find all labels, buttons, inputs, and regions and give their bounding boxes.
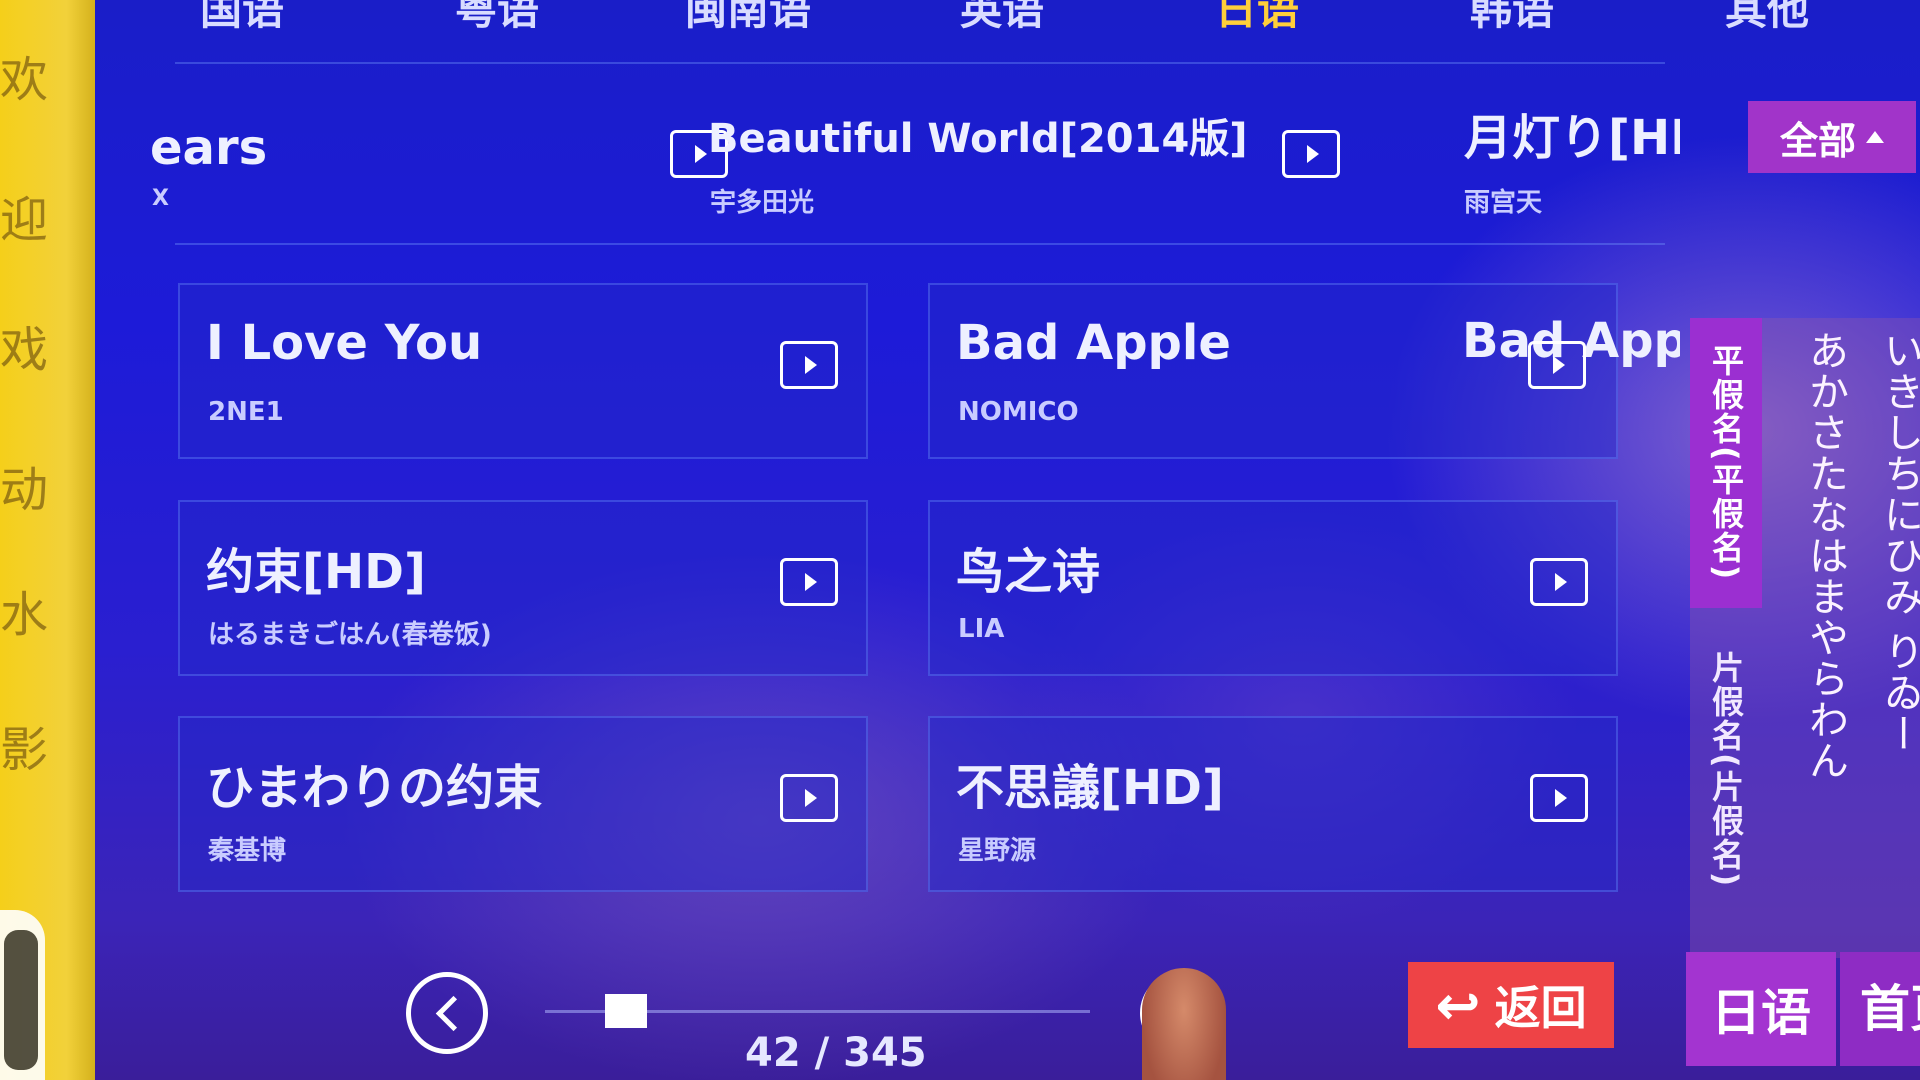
tab-english[interactable]: 英语 [960, 0, 1044, 37]
song-artist: 秦基博 [208, 836, 287, 866]
song-title: I Love You [206, 315, 483, 371]
play-icon[interactable] [1530, 558, 1588, 606]
song-tile[interactable]: 约束[HD] はるまきごはん(春卷饭) [178, 500, 868, 676]
tab-hokkien[interactable]: 闽南语 [685, 0, 811, 37]
poster-graphic [0, 910, 45, 1080]
tab-japanese[interactable]: 日语 [1215, 0, 1299, 37]
song-title: Beautiful World[2014版] [708, 116, 1248, 162]
tab-cantonese[interactable]: 粤语 [455, 0, 539, 37]
song-tile[interactable]: ひまわりの约束 秦基博 [178, 716, 868, 892]
poster-char: 欢 [0, 52, 49, 108]
play-icon[interactable] [1282, 130, 1340, 178]
song-title: ひまわりの约束 [206, 760, 543, 816]
prev-page-button[interactable] [406, 972, 488, 1054]
back-button[interactable]: ↩ 返回 [1408, 962, 1614, 1048]
language-button[interactable]: 日语 [1686, 952, 1836, 1066]
song-tile[interactable]: 月灯り[HI 雨宫天 [1440, 90, 1680, 266]
song-tile[interactable]: Bad Appl [1440, 283, 1680, 459]
song-title: ears [150, 120, 268, 176]
home-button[interactable]: 首页 [1840, 952, 1920, 1066]
play-icon[interactable] [780, 774, 838, 822]
song-title: 不思議[HD] [956, 760, 1224, 816]
all-filter-label: 全部 [1779, 118, 1856, 163]
song-artist: 星野源 [958, 836, 1037, 866]
finger-occlusion [1142, 968, 1226, 1080]
song-artist: NOMICO [958, 397, 1079, 427]
poster-char: 影 [0, 722, 49, 778]
divider [175, 62, 1665, 64]
poster-char: 戏 [0, 322, 49, 378]
song-title: Bad Apple [956, 315, 1231, 371]
kana-column-i[interactable]: いきしちにひみ りゐー [1870, 330, 1920, 754]
poster-char: 水 [0, 587, 49, 643]
song-tile[interactable]: I Love You 2NE1 [178, 283, 868, 459]
progress-thumb[interactable] [605, 994, 648, 1028]
song-artist: X [152, 186, 169, 211]
song-tile[interactable]: 不思議[HD] 星野源 [928, 716, 1618, 892]
divider [175, 243, 1665, 245]
back-label: 返回 [1494, 981, 1587, 1035]
song-title: 约束[HD] [206, 544, 426, 600]
all-filter-button[interactable]: 全部 [1748, 101, 1916, 173]
tab-korean[interactable]: 韩语 [1470, 0, 1554, 37]
play-icon[interactable] [780, 341, 838, 389]
katakana-tab[interactable]: 片假名(片假名) [1690, 635, 1762, 905]
song-tile[interactable]: 鸟之诗 LIA [928, 500, 1618, 676]
caret-up-icon [1866, 131, 1884, 143]
tab-other[interactable]: 其他 [1725, 0, 1809, 37]
song-artist: はるまきごはん(春卷饭) [208, 620, 492, 650]
page-counter: 42 / 345 [745, 1030, 927, 1076]
hiragana-tab[interactable]: 平假名(平假名) [1690, 318, 1762, 608]
song-artist: 2NE1 [208, 397, 284, 427]
poster-strip: 欢 迎 戏 动 水 影 [0, 0, 95, 1080]
song-artist: 宇多田光 [710, 188, 815, 218]
karaoke-song-list-screen: 欢 迎 戏 动 水 影 国语 粤语 闽南语 英语 日语 韩语 其他 ears X… [0, 0, 1920, 1080]
song-artist: 雨宫天 [1464, 188, 1543, 218]
song-title: 月灯り[HI [1464, 110, 1680, 166]
tab-mandarin[interactable]: 国语 [200, 0, 284, 37]
page-progress-bar[interactable] [545, 994, 1090, 1028]
return-arrow-icon: ↩ [1435, 973, 1481, 1037]
kana-column-a[interactable]: あかさたなはまやらわん [1795, 330, 1855, 781]
play-icon[interactable] [1530, 774, 1588, 822]
poster-char: 迎 [0, 192, 49, 248]
play-icon[interactable] [780, 558, 838, 606]
song-artist: LIA [958, 614, 1005, 644]
song-tile[interactable]: Beautiful World[2014版] 宇多田光 [680, 90, 1370, 266]
play-icon[interactable] [1528, 341, 1586, 389]
song-title: 鸟之诗 [956, 544, 1101, 600]
poster-char: 动 [0, 462, 49, 518]
